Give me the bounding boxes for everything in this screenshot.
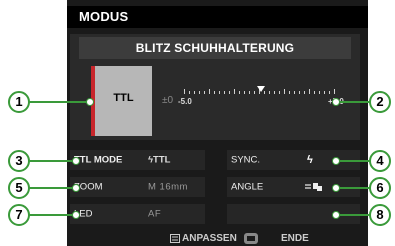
callout-dot-2 — [332, 98, 340, 106]
scale-tick — [219, 91, 220, 94]
scale-tick — [244, 91, 245, 94]
title-bar: MODUS — [67, 6, 368, 28]
flash-mode-value: TTL — [113, 92, 134, 104]
flash-settings-screen: MODUS BLITZ SCHUHHALTERUNG TTL ±0 -5.0 +… — [67, 0, 368, 246]
compensation-scale[interactable]: -5.0 +5.0 — [178, 82, 344, 112]
callout-5: 5 — [8, 177, 30, 199]
footer-bar: ANPASSEN ENDE — [67, 231, 368, 246]
ttl-mode-value: ϟTTL — [148, 154, 171, 166]
callout-6: 6 — [369, 177, 391, 199]
callout-leader-6 — [336, 187, 370, 189]
scale-tick — [304, 91, 305, 94]
scale-tick — [279, 91, 280, 94]
scale-tick — [329, 91, 330, 94]
callout-dot-3 — [72, 157, 80, 165]
scale-tick — [274, 91, 275, 94]
callout-dot-6 — [332, 184, 340, 192]
zoom-row[interactable]: ZOOM M 16mm — [70, 177, 205, 197]
scale-tick — [269, 91, 270, 94]
scale-tick — [229, 91, 230, 94]
callout-dot-1 — [86, 98, 94, 106]
scale-tick — [209, 89, 210, 94]
callout-dot-4 — [332, 157, 340, 165]
scale-tick — [239, 91, 240, 94]
callout-leader-2 — [335, 101, 370, 103]
led-value: AF — [148, 208, 162, 220]
mode-title: MODUS — [79, 9, 129, 24]
sync-label: SYNC. — [231, 154, 261, 166]
scale-tick — [184, 89, 185, 94]
callout-3: 3 — [8, 150, 30, 172]
scale-tick — [289, 91, 290, 94]
disp-back-button-icon — [244, 233, 258, 244]
scale-tick — [319, 91, 320, 94]
callout-1: 1 — [8, 91, 30, 113]
callout-dot-8 — [332, 211, 340, 219]
flash-mode-selector[interactable]: TTL — [91, 66, 152, 136]
front-curtain-sync-icon: ϟ — [307, 154, 313, 166]
scale-tick — [309, 89, 310, 94]
callout-dot-5 — [72, 184, 80, 192]
adjust-label: ANPASSEN — [182, 233, 237, 244]
zoom-value: M 16mm — [148, 181, 188, 193]
scale-tick — [314, 91, 315, 94]
callout-7: 7 — [8, 204, 30, 226]
ttl-mode-label: TTL MODE — [74, 154, 123, 166]
scale-tick — [199, 91, 200, 94]
scale-tick — [194, 91, 195, 94]
scale-tick — [254, 91, 255, 94]
callout-2: 2 — [369, 91, 391, 113]
flash-panel: BLITZ SCHUHHALTERUNG TTL ±0 -5.0 +5.0 — [70, 34, 360, 140]
scale-tick — [294, 91, 295, 94]
led-row[interactable]: LED AF — [70, 204, 205, 224]
panel-title: BLITZ SCHUHHALTERUNG — [79, 37, 351, 59]
scale-tick — [234, 89, 235, 94]
scale-tick — [249, 91, 250, 94]
ttl-mode-row[interactable]: TTL MODE ϟTTL — [70, 150, 205, 170]
callout-8: 8 — [369, 204, 391, 226]
callout-dot-7 — [72, 211, 80, 219]
scale-indicator-icon — [257, 86, 265, 92]
callout-leader-7 — [28, 214, 74, 216]
callout-leader-5 — [28, 187, 74, 189]
scale-tick — [299, 91, 300, 94]
end-label: ENDE — [281, 233, 309, 244]
adjust-icon — [170, 234, 180, 243]
callout-leader-1 — [28, 101, 88, 103]
callout-leader-4 — [336, 160, 370, 162]
angle-label: ANGLE — [231, 181, 264, 193]
callout-leader-3 — [28, 160, 74, 162]
scale-tick — [324, 91, 325, 94]
scale-tick — [334, 89, 335, 94]
callout-4: 4 — [369, 150, 391, 172]
flash-angle-icon — [305, 183, 322, 191]
scale-tick — [224, 91, 225, 94]
scale-min-label: -5.0 — [178, 97, 192, 106]
scale-tick — [284, 89, 285, 94]
scale-tick — [189, 91, 190, 94]
scale-tick — [204, 91, 205, 94]
flash-compensation-value: ±0 — [162, 95, 174, 106]
scale-tick — [214, 91, 215, 94]
callout-leader-8 — [336, 214, 370, 216]
